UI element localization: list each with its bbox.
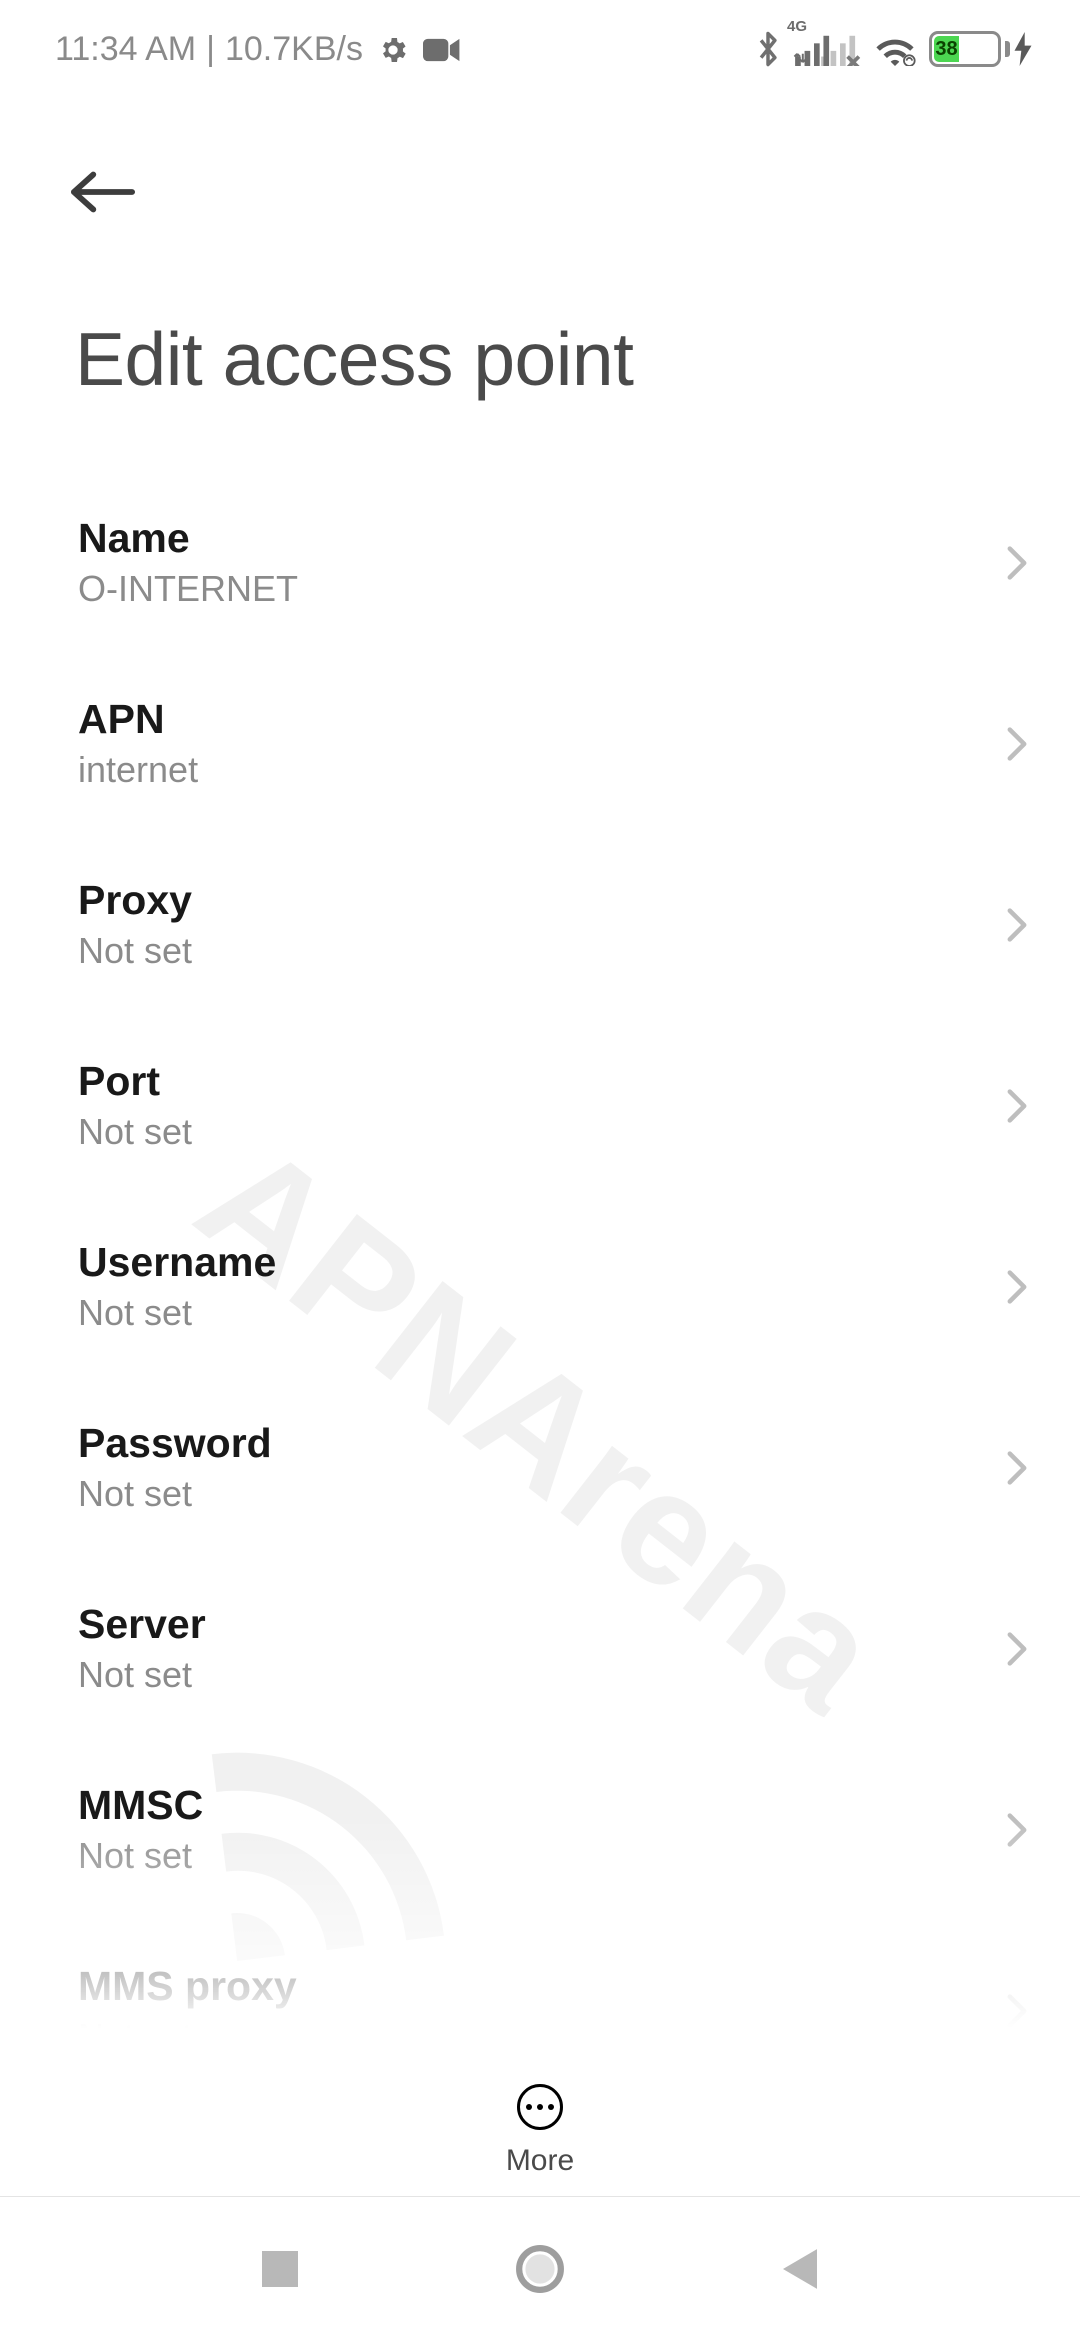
square-icon (262, 2251, 298, 2287)
status-right: 4G (755, 30, 1032, 68)
chevron-right-icon (1006, 726, 1028, 762)
nav-home-button[interactable] (505, 2234, 575, 2304)
setting-row-username[interactable]: Username Not set (78, 1196, 1028, 1377)
setting-label: MMSC (78, 1782, 203, 1829)
chevron-right-icon (1006, 1631, 1028, 1667)
setting-row-proxy[interactable]: Proxy Not set (78, 834, 1028, 1015)
setting-row-password[interactable]: Password Not set (78, 1377, 1028, 1558)
wifi-icon (873, 32, 917, 66)
more-icon (517, 2084, 563, 2130)
chevron-right-icon (1006, 1088, 1028, 1124)
status-bar: 11:34 AM | 10.7KB/s 4G (0, 0, 1080, 106)
setting-row-mms-proxy[interactable]: MMS proxy Not set (78, 1920, 1028, 2101)
battery-indicator: 38 (929, 31, 1032, 67)
back-arrow-icon (70, 170, 136, 214)
chevron-right-icon (1006, 1269, 1028, 1305)
bluetooth-icon (755, 30, 781, 68)
more-button[interactable]: More (506, 2084, 574, 2178)
charging-icon (1014, 32, 1032, 66)
setting-value: Not set (78, 1473, 272, 1515)
nav-back-button[interactable] (765, 2234, 835, 2304)
chevron-right-icon (1006, 1812, 1028, 1848)
setting-value: Not set (78, 930, 192, 972)
setting-label: Server (78, 1601, 206, 1648)
chevron-right-icon (1006, 907, 1028, 943)
setting-row-server[interactable]: Server Not set (78, 1558, 1028, 1739)
setting-label: Proxy (78, 877, 192, 924)
setting-row-mmsc[interactable]: MMSC Not set (78, 1739, 1028, 1920)
chevron-right-icon (1006, 1450, 1028, 1486)
triangle-left-icon (783, 2249, 817, 2289)
setting-value: O-INTERNET (78, 568, 298, 610)
setting-label: Name (78, 515, 298, 562)
gear-icon (377, 34, 409, 66)
cellular-label: 4G (787, 18, 807, 35)
setting-value: Not set (78, 2016, 297, 2058)
setting-value: Not set (78, 1292, 276, 1334)
setting-value: Not set (78, 1835, 203, 1877)
camera-icon (423, 36, 461, 64)
setting-value: Not set (78, 1654, 206, 1696)
settings-list: Name O-INTERNET APN internet Proxy Not s… (0, 472, 1080, 2101)
setting-row-port[interactable]: Port Not set (78, 1015, 1028, 1196)
status-left: 11:34 AM | 10.7KB/s (55, 30, 461, 69)
setting-label: Port (78, 1058, 192, 1105)
system-nav-bar (0, 2196, 1080, 2340)
back-button[interactable] (70, 154, 146, 230)
more-label: More (506, 2144, 574, 2178)
page-title: Edit access point (0, 230, 1080, 472)
circle-icon (515, 2244, 565, 2294)
status-divider: | (206, 30, 215, 69)
data-arrows-icon (793, 48, 807, 68)
setting-label: Password (78, 1420, 272, 1467)
setting-value: Not set (78, 1111, 192, 1153)
chevron-right-icon (1006, 1993, 1028, 2029)
setting-value: internet (78, 749, 198, 791)
status-netspeed: 10.7KB/s (225, 30, 363, 69)
setting-label: MMS proxy (78, 1963, 297, 2010)
battery-percent: 38 (935, 38, 957, 61)
setting-row-apn[interactable]: APN internet (78, 653, 1028, 834)
setting-row-name[interactable]: Name O-INTERNET (78, 472, 1028, 653)
setting-label: APN (78, 696, 198, 743)
status-time: 11:34 AM (55, 30, 196, 69)
chevron-right-icon (1006, 545, 1028, 581)
nav-recent-button[interactable] (245, 2234, 315, 2304)
setting-label: Username (78, 1239, 276, 1286)
